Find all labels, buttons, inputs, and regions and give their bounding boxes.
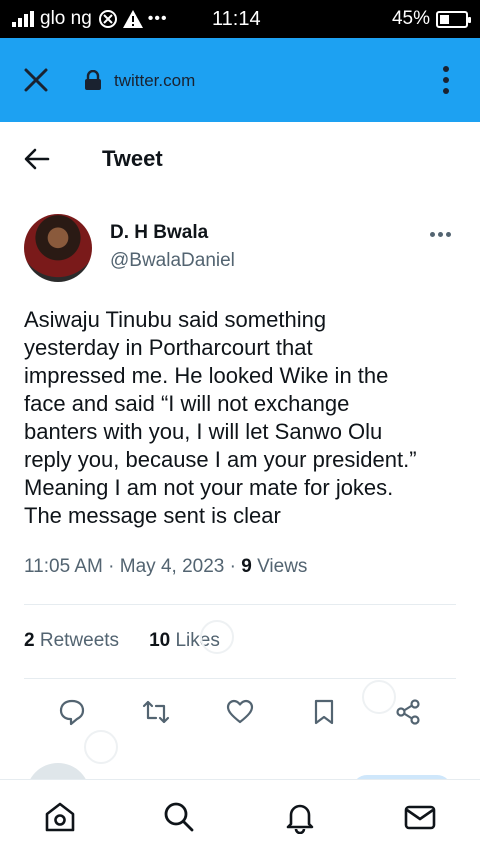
tweet-meta: 11:05 AM · May 4, 2023 · 9 Views xyxy=(24,556,307,578)
views-label: Views xyxy=(257,556,308,577)
page-title: Tweet xyxy=(102,146,163,171)
views-count: 9 xyxy=(241,556,252,577)
more-options-icon[interactable] xyxy=(430,232,451,237)
tweet-text: Asiwaju Tinubu said something yesterday … xyxy=(24,307,417,528)
clock: 11:14 xyxy=(212,8,261,30)
divider xyxy=(24,678,456,679)
meta-separator: · xyxy=(229,556,242,577)
tweet-stats: 2 Retweets 10 Likes xyxy=(24,630,220,652)
like-icon[interactable] xyxy=(226,698,254,726)
tweet-date[interactable]: May 4, 2023 xyxy=(120,556,225,577)
messages-icon[interactable] xyxy=(403,800,437,834)
author-handle[interactable]: @BwalaDaniel xyxy=(110,250,235,272)
touch-indicator xyxy=(84,730,118,764)
warning-icon xyxy=(122,10,143,28)
back-arrow-icon[interactable] xyxy=(24,148,50,170)
tweet-actions xyxy=(0,692,480,732)
search-icon[interactable] xyxy=(162,800,196,834)
bookmark-icon[interactable] xyxy=(310,698,338,726)
likes-count: 10 xyxy=(149,630,171,651)
home-icon[interactable] xyxy=(43,800,77,834)
tweet-time[interactable]: 11:05 AM xyxy=(24,556,103,577)
carrier-label: glo ng xyxy=(40,8,92,29)
more-notifications-icon: ••• xyxy=(147,10,168,27)
bottom-navigation xyxy=(0,779,480,854)
lock-icon xyxy=(85,70,101,90)
retweets-link[interactable]: 2 Retweets xyxy=(24,630,119,652)
touch-indicator xyxy=(200,620,234,654)
notifications-icon[interactable] xyxy=(283,800,317,834)
blocked-notification-icon xyxy=(98,10,117,28)
author-avatar[interactable] xyxy=(24,214,92,282)
url-text[interactable]: twitter.com xyxy=(114,71,195,91)
browser-menu-icon[interactable] xyxy=(438,64,454,96)
close-icon[interactable] xyxy=(22,66,50,94)
reply-icon[interactable] xyxy=(58,698,86,726)
signal-icon xyxy=(12,11,34,27)
meta-separator: · xyxy=(108,556,120,577)
divider xyxy=(24,604,456,605)
touch-indicator xyxy=(362,680,396,714)
retweet-icon[interactable] xyxy=(142,698,170,726)
status-bar: glo ng ••• 11:14 45% xyxy=(0,0,480,38)
tweet-header: Tweet xyxy=(0,122,480,196)
share-icon[interactable] xyxy=(394,698,422,726)
retweets-count: 2 xyxy=(24,630,35,651)
retweets-label: Retweets xyxy=(39,630,120,651)
battery-icon xyxy=(436,10,471,28)
browser-toolbar: twitter.com xyxy=(0,38,480,122)
battery-percent: 45% xyxy=(391,8,430,29)
author-name[interactable]: D. H Bwala xyxy=(110,222,208,244)
